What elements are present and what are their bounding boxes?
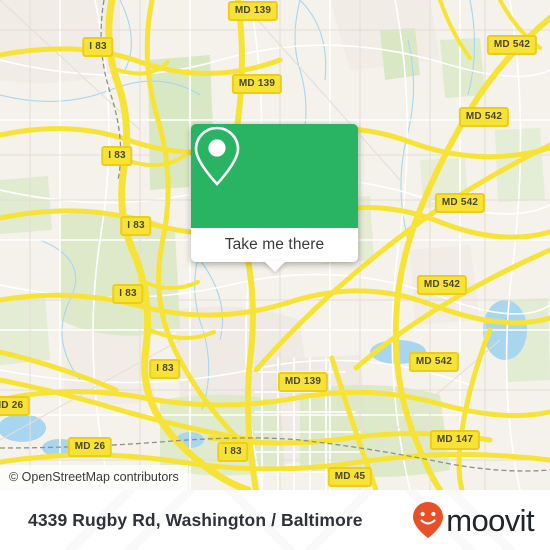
road-shield: I 83 [217, 442, 249, 462]
road-shield: I 83 [82, 37, 114, 57]
road-shield: MD 542 [486, 35, 538, 55]
road-shield: I 83 [101, 146, 133, 166]
road-shield: MD 542 [416, 275, 468, 295]
location-popup-card[interactable]: Take me there [191, 124, 358, 272]
road-shield: MD 147 [429, 430, 481, 450]
location-pin-icon [194, 126, 240, 186]
moovit-pin-icon [413, 502, 444, 538]
popup-pointer-tail [263, 261, 286, 272]
popup-action-area[interactable]: Take me there [191, 228, 358, 272]
moovit-wordmark: moovit [446, 502, 534, 538]
address-title: 4339 Rugby Rd, Washington / Baltimore [28, 510, 363, 530]
road-shield: MD 26 [0, 396, 31, 416]
road-shield: MD 139 [227, 1, 279, 21]
moovit-logo: moovit [411, 500, 535, 540]
road-shield: I 83 [149, 359, 181, 379]
road-shield: I 83 [112, 284, 144, 304]
map-canvas[interactable]: .park{fill:#d9e8c4;} .park2{fill:#e4eed6… [0, 0, 550, 490]
road-shield: MD 542 [458, 107, 510, 127]
road-shield: MD 542 [408, 352, 460, 372]
footer-bar: 4339 Rugby Rd, Washington / Baltimore mo… [0, 490, 550, 550]
popup-icon-area [191, 124, 358, 228]
road-shield: I 83 [120, 216, 152, 236]
map-attribution: © OpenStreetMap contributors [0, 465, 188, 490]
road-shield: MD 139 [277, 372, 329, 392]
road-shield: MD 45 [327, 467, 373, 487]
take-me-there-label: Take me there [224, 236, 325, 253]
road-shield: MD 139 [231, 74, 283, 94]
road-shield: MD 26 [67, 437, 113, 457]
road-shield: MD 542 [434, 193, 486, 213]
map-screen: .park{fill:#d9e8c4;} .park2{fill:#e4eed6… [0, 0, 550, 550]
